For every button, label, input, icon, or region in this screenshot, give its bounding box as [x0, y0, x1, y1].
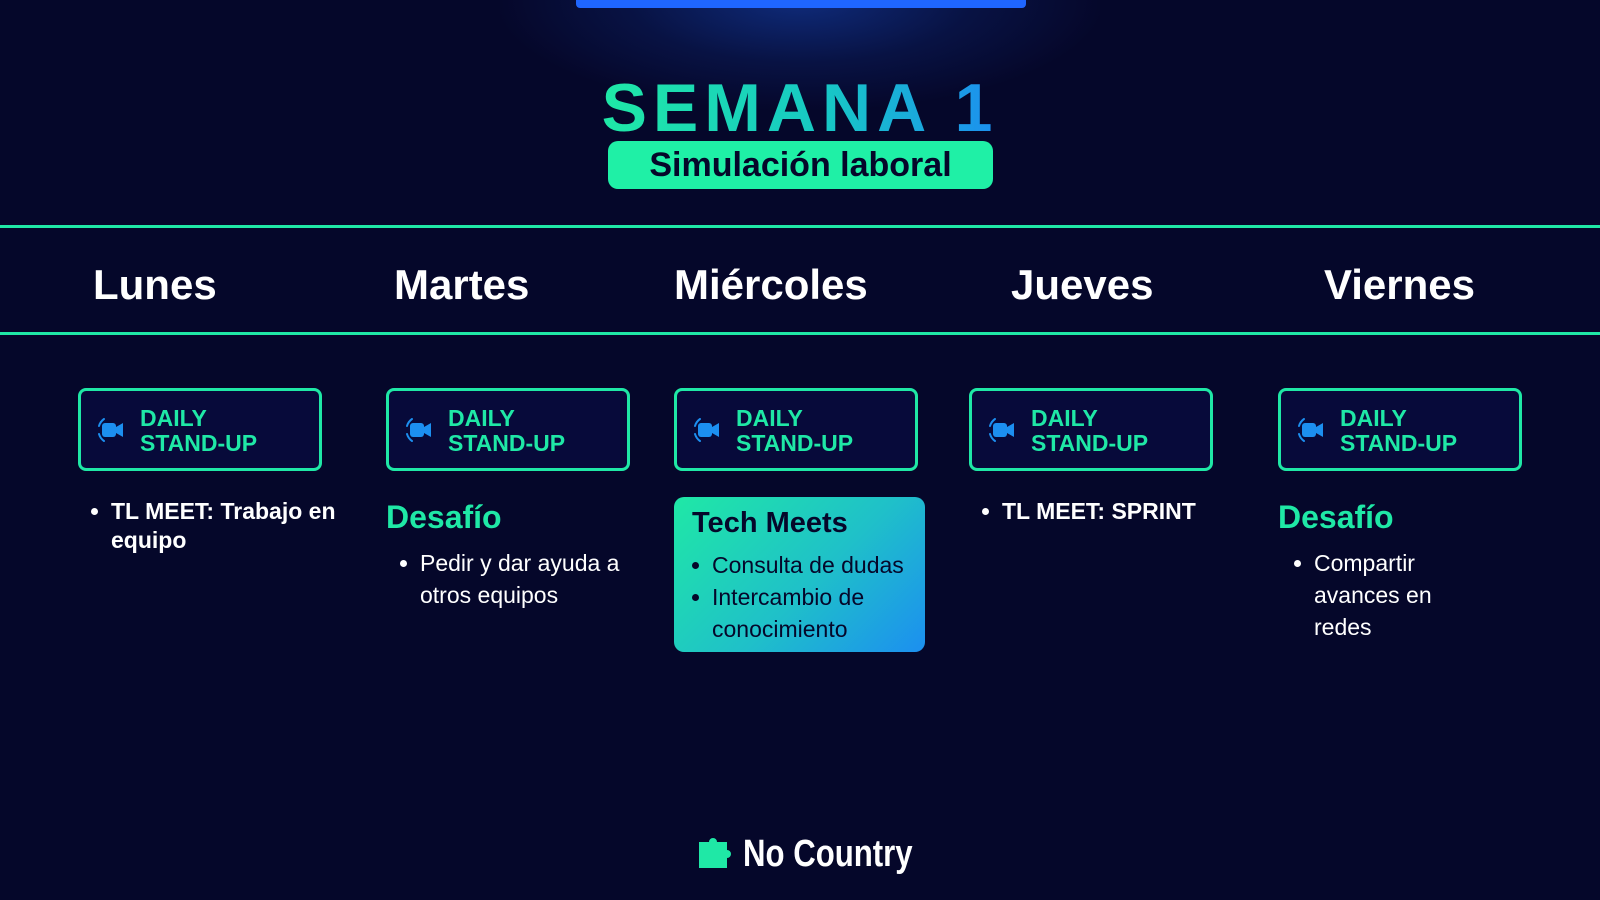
video-camera-icon — [694, 418, 719, 442]
day-header-jueves: Jueves — [1011, 261, 1154, 308]
video-camera-icon — [98, 418, 123, 442]
standup-card-lunes: DAILY STAND-UP — [78, 388, 322, 471]
jueves-list: TL MEET: SPRINT — [978, 497, 1238, 526]
video-camera-icon — [989, 418, 1014, 442]
viernes-challenge-heading: Desafío — [1278, 499, 1394, 535]
standup-label: DAILY STAND-UP — [1340, 405, 1458, 456]
tech-meets-card: Tech Meets Consulta de dudas Intercambio… — [674, 497, 925, 652]
list-item: Compartir avances en redes — [1290, 547, 1465, 643]
subtitle-badge: Simulación laboral — [608, 141, 993, 189]
video-camera-icon — [406, 418, 431, 442]
standup-card-miercoles: DAILY STAND-UP — [674, 388, 918, 471]
standup-card-viernes: DAILY STAND-UP — [1278, 388, 1522, 471]
martes-list: Pedir y dar ayuda a otros equipos — [396, 547, 628, 611]
divider-bottom — [0, 332, 1600, 335]
top-accent-bar — [576, 0, 1026, 8]
video-camera-icon — [1298, 418, 1323, 442]
puzzle-logo-icon — [699, 838, 731, 868]
martes-challenge-heading: Desafío — [386, 499, 502, 535]
day-header-miercoles: Miércoles — [674, 261, 868, 308]
standup-label: DAILY STAND-UP — [448, 405, 566, 456]
list-item: Consulta de dudas — [688, 549, 924, 581]
brand-logo: No Country — [699, 832, 939, 876]
tech-meets-title: Tech Meets — [692, 507, 848, 539]
list-item: Intercambio de conocimiento — [688, 581, 924, 645]
standup-card-martes: DAILY STAND-UP — [386, 388, 630, 471]
tech-meets-list: Consulta de dudas Intercambio de conocim… — [688, 549, 924, 645]
day-header-viernes: Viernes — [1324, 261, 1475, 308]
standup-label: DAILY STAND-UP — [736, 405, 854, 456]
day-header-lunes: Lunes — [93, 261, 217, 308]
standup-label: DAILY STAND-UP — [1031, 405, 1149, 456]
divider-top — [0, 225, 1600, 228]
list-item: Pedir y dar ayuda a otros equipos — [396, 547, 628, 611]
list-item: TL MEET: SPRINT — [978, 497, 1238, 526]
viernes-list: Compartir avances en redes — [1290, 547, 1465, 643]
standup-card-jueves: DAILY STAND-UP — [969, 388, 1213, 471]
brand-name: No Country — [743, 833, 913, 875]
page-title: SEMANA 1 — [601, 70, 999, 146]
lunes-list: TL MEET: Trabajo en equipo — [87, 497, 357, 555]
slide: SEMANA 1 Simulación laboral Lunes Martes… — [0, 0, 1600, 900]
day-header-martes: Martes — [394, 261, 530, 308]
standup-label: DAILY STAND-UP — [140, 405, 258, 456]
list-item: TL MEET: Trabajo en equipo — [87, 497, 357, 555]
